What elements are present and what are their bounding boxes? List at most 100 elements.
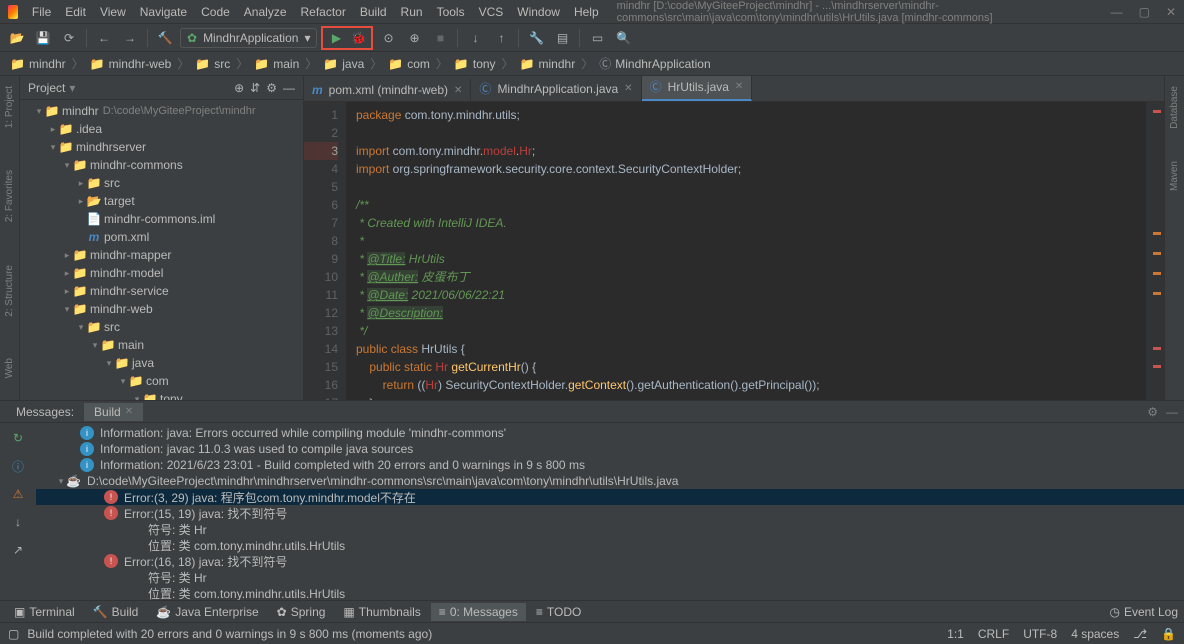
back-icon[interactable]: ← xyxy=(93,27,115,49)
close-tab-icon[interactable]: ✕ xyxy=(624,83,632,94)
hide-icon[interactable]: — xyxy=(1166,405,1178,419)
dropdown-icon[interactable]: ▾ xyxy=(69,81,75,95)
close-tab-icon[interactable]: ✕ xyxy=(454,85,462,96)
menu-file[interactable]: File xyxy=(26,3,57,21)
tree-node[interactable]: ▾📁mindhr-web xyxy=(20,300,303,318)
message-item[interactable]: iInformation: javac 11.0.3 was used to c… xyxy=(36,441,1184,457)
menu-view[interactable]: View xyxy=(94,3,132,21)
menu-window[interactable]: Window xyxy=(511,3,566,21)
forward-icon[interactable]: → xyxy=(119,27,141,49)
bottom-tool-tab[interactable]: ▣Terminal xyxy=(6,603,83,621)
tree-node[interactable]: ▸📂target xyxy=(20,192,303,210)
breadcrumb-item[interactable]: 📁src xyxy=(191,55,234,73)
tool-tab[interactable]: Database xyxy=(1169,80,1180,135)
menu-navigate[interactable]: Navigate xyxy=(134,3,193,21)
vcs-update-icon[interactable]: ↓ xyxy=(464,27,486,49)
run-icon[interactable]: ▶ xyxy=(325,27,347,49)
tree-node[interactable]: ▾📁com xyxy=(20,372,303,390)
git-branch-icon[interactable]: ⎇ xyxy=(1133,627,1147,641)
tree-node[interactable]: ▾📁main xyxy=(20,336,303,354)
bottom-tool-tab[interactable]: ✿Spring xyxy=(269,603,334,621)
autoscroll-icon[interactable]: ↓ xyxy=(7,511,29,533)
tree-node[interactable]: ▸📁.idea xyxy=(20,120,303,138)
stop-icon[interactable]: ■ xyxy=(429,27,451,49)
export-icon[interactable]: ↗ xyxy=(7,539,29,561)
settings-icon[interactable]: ⚙ xyxy=(266,81,277,95)
code-editor[interactable]: 12345678910111213141516171819 package co… xyxy=(304,102,1164,400)
message-item[interactable]: !Error:(15, 19) java: 找不到符号 xyxy=(36,505,1184,521)
rerun-icon[interactable]: ↻ xyxy=(7,427,29,449)
tool-tab[interactable]: Web xyxy=(4,352,15,384)
caret-position[interactable]: 1:1 xyxy=(947,627,964,641)
messages-tab[interactable]: Build✕ xyxy=(84,403,143,421)
tool-windows-icon[interactable]: ▢ xyxy=(8,627,19,641)
menu-code[interactable]: Code xyxy=(195,3,236,21)
menu-run[interactable]: Run xyxy=(395,3,429,21)
warning-filter-icon[interactable]: ⚠ xyxy=(7,483,29,505)
tool-tab[interactable]: 2: Favorites xyxy=(4,164,15,228)
bottom-tool-tab[interactable]: 🔨Build xyxy=(85,603,147,621)
warning-mark[interactable] xyxy=(1153,292,1161,295)
collapse-icon[interactable]: ⇵ xyxy=(250,81,260,95)
tree-node[interactable]: ▾📁mindhr-commons xyxy=(20,156,303,174)
message-item[interactable]: 位置: 类 com.tony.mindhr.utils.HrUtils xyxy=(36,585,1184,600)
run-config-selector[interactable]: ✿ MindhrApplication ▾ xyxy=(180,28,317,48)
error-stripe[interactable] xyxy=(1146,102,1164,400)
refresh-icon[interactable]: ⟳ xyxy=(58,27,80,49)
breadcrumb-item[interactable]: 📁java xyxy=(319,55,368,73)
breadcrumb-item[interactable]: 📁mindhr xyxy=(516,55,580,73)
settings-icon[interactable]: ⚙ xyxy=(1147,405,1158,419)
indent[interactable]: 4 spaces xyxy=(1071,627,1119,641)
structure-icon[interactable]: ▤ xyxy=(551,27,573,49)
message-item[interactable]: 符号: 类 Hr xyxy=(36,569,1184,585)
tool-tab[interactable]: 2: Structure xyxy=(4,259,15,323)
tree-node[interactable]: ▾📁src xyxy=(20,318,303,336)
close-icon[interactable]: ✕ xyxy=(1166,5,1176,19)
profiler-icon[interactable]: ⊕ xyxy=(403,27,425,49)
project-tree[interactable]: ▾📁mindhrD:\code\MyGiteeProject\mindhr▸📁.… xyxy=(20,100,303,400)
locate-icon[interactable]: ⊕ xyxy=(234,81,244,95)
breadcrumb-item[interactable]: ⒸMindhrApplication xyxy=(595,53,714,74)
encoding[interactable]: UTF-8 xyxy=(1023,627,1057,641)
menu-edit[interactable]: Edit xyxy=(59,3,92,21)
tree-node[interactable]: ▸📁mindhr-service xyxy=(20,282,303,300)
debug-icon[interactable]: 🐞 xyxy=(347,27,369,49)
messages-tree[interactable]: iInformation: java: Errors occurred whil… xyxy=(36,423,1184,600)
warning-mark[interactable] xyxy=(1153,232,1161,235)
menu-build[interactable]: Build xyxy=(354,3,393,21)
menu-tools[interactable]: Tools xyxy=(431,3,471,21)
coverage-icon[interactable]: ⊙ xyxy=(377,27,399,49)
warning-mark[interactable] xyxy=(1153,272,1161,275)
breadcrumb-item[interactable]: 📁com xyxy=(384,55,434,73)
lock-icon[interactable]: 🔒 xyxy=(1161,627,1176,641)
error-mark[interactable] xyxy=(1153,110,1161,113)
menu-help[interactable]: Help xyxy=(568,3,605,21)
attach-icon[interactable]: ▭ xyxy=(586,27,608,49)
tree-node[interactable]: 📄mindhr-commons.iml xyxy=(20,210,303,228)
breadcrumb-item[interactable]: 📁mindhr xyxy=(6,55,70,73)
bottom-tool-tab[interactable]: ▦Thumbnails xyxy=(335,603,428,621)
message-item[interactable]: ▾☕D:\code\MyGiteeProject\mindhr\mindhrse… xyxy=(36,473,1184,489)
error-mark[interactable] xyxy=(1153,365,1161,368)
menu-vcs[interactable]: VCS xyxy=(473,3,510,21)
editor-tab[interactable]: ⒸMindhrApplication.java✕ xyxy=(471,76,641,101)
message-item[interactable]: iInformation: java: Errors occurred whil… xyxy=(36,425,1184,441)
info-filter-icon[interactable]: ⓘ xyxy=(7,455,29,477)
search-icon[interactable]: 🔍 xyxy=(612,27,634,49)
event-log-icon[interactable]: ◷ xyxy=(1109,605,1119,619)
settings-icon[interactable]: 🔧 xyxy=(525,27,547,49)
bottom-tool-tab[interactable]: ≡TODO xyxy=(528,603,589,621)
minimize-icon[interactable]: — xyxy=(1111,5,1123,19)
code-content[interactable]: package com.tony.mindhr.utils;import com… xyxy=(346,102,1146,400)
warning-mark[interactable] xyxy=(1153,252,1161,255)
messages-tab[interactable]: Messages: xyxy=(6,403,84,421)
tree-node[interactable]: ▸📁mindhr-model xyxy=(20,264,303,282)
tree-node[interactable]: ▾📁tony xyxy=(20,390,303,400)
editor-tab[interactable]: mpom.xml (mindhr-web)✕ xyxy=(304,79,471,101)
message-item[interactable]: !Error:(3, 29) java: 程序包com.tony.mindhr.… xyxy=(36,489,1184,505)
menu-refactor[interactable]: Refactor xyxy=(295,3,352,21)
bottom-tool-tab[interactable]: ☕Java Enterprise xyxy=(148,603,266,621)
save-icon[interactable]: 💾 xyxy=(32,27,54,49)
message-item[interactable]: iInformation: 2021/6/23 23:01 - Build co… xyxy=(36,457,1184,473)
bottom-tool-tab[interactable]: ≡0: Messages xyxy=(431,603,526,621)
